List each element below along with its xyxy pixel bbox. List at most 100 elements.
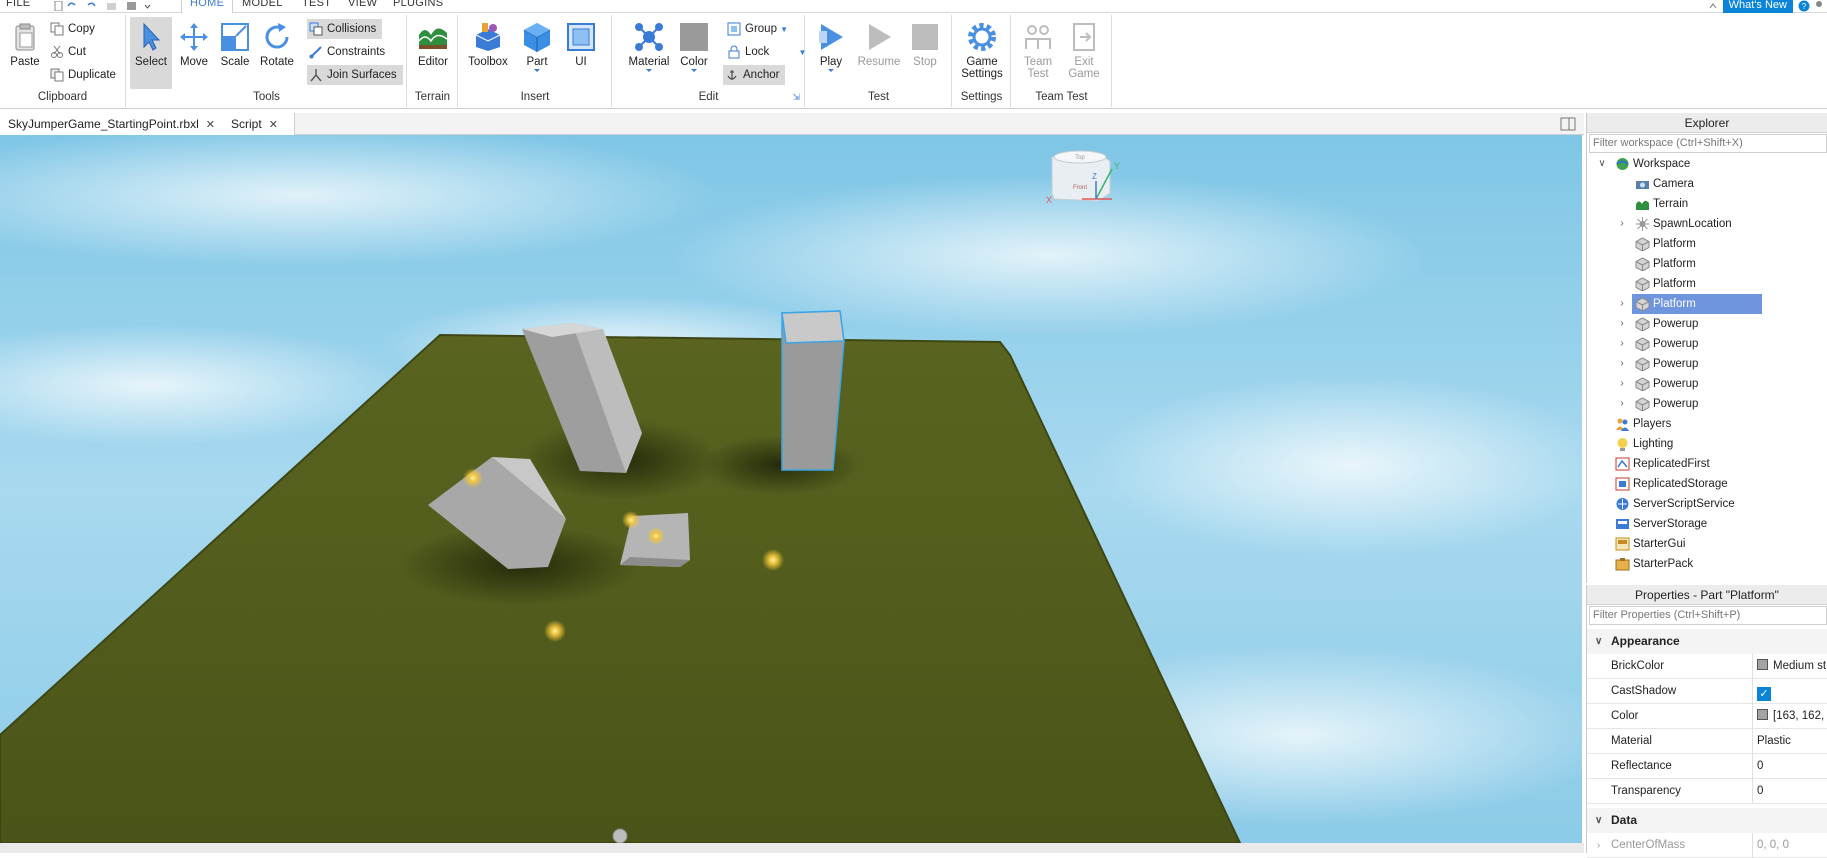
explorer-item[interactable]: Players xyxy=(1612,414,1812,434)
explorer-item[interactable]: › Platform xyxy=(1620,294,1762,314)
property-row[interactable]: BrickColor Medium st xyxy=(1587,654,1827,679)
collapse-chevron-icon[interactable]: ∨ xyxy=(1595,629,1602,654)
data-category[interactable]: ∨ Data xyxy=(1587,808,1827,833)
resume-button[interactable]: Resume xyxy=(856,17,902,68)
part-button[interactable]: Part xyxy=(517,17,557,72)
explorer-item[interactable]: › Powerup xyxy=(1620,374,1827,394)
play-button[interactable]: Play xyxy=(812,17,850,72)
scale-button[interactable]: Scale xyxy=(216,17,254,68)
explorer-item[interactable]: ReplicatedFirst xyxy=(1612,454,1812,474)
explorer-item[interactable]: ServerScriptService xyxy=(1612,494,1812,514)
explorer-item[interactable]: ∨ Workspace xyxy=(1598,154,1812,174)
color-swatch-icon[interactable] xyxy=(1757,709,1768,720)
close-icon[interactable]: ✕ xyxy=(269,119,278,131)
property-row[interactable]: Reflectance 0 xyxy=(1587,754,1827,779)
collisions-toggle[interactable]: Collisions xyxy=(307,19,383,39)
viewport-scene[interactable]: Top Front X Y Z xyxy=(0,135,1582,843)
property-value[interactable]: 0 xyxy=(1757,754,1763,779)
undo-icon[interactable] xyxy=(66,1,77,11)
team-test-button[interactable]: Team Test xyxy=(1018,17,1058,80)
viewport-horizontal-scrollbar[interactable] xyxy=(0,843,1584,853)
stop-square-icon[interactable] xyxy=(126,1,137,11)
toolbox-button[interactable]: Toolbox xyxy=(465,17,511,68)
expand-chevron-icon[interactable]: › xyxy=(1616,374,1628,394)
explorer-item[interactable]: Lighting xyxy=(1612,434,1812,454)
paste-button[interactable]: Paste xyxy=(6,17,44,68)
expand-chevron-icon[interactable]: › xyxy=(1597,833,1600,858)
explorer-item[interactable]: › Powerup xyxy=(1620,354,1827,374)
selected-platform-part[interactable] xyxy=(781,310,845,471)
expand-chevron-icon[interactable]: › xyxy=(1616,294,1628,314)
expand-chevron-icon[interactable]: › xyxy=(1616,334,1628,354)
edit-expand-icon[interactable]: ⇲ xyxy=(792,92,800,103)
color-button[interactable]: Color xyxy=(675,17,713,72)
ui-button[interactable]: UI xyxy=(561,17,601,68)
property-value[interactable]: Plastic xyxy=(1757,729,1791,754)
appearance-category[interactable]: ∨ Appearance xyxy=(1587,629,1827,654)
explorer-item[interactable]: Platform xyxy=(1632,254,1827,274)
explorer-item[interactable]: StarterGui xyxy=(1612,534,1812,554)
customize-dropdown-icon[interactable] xyxy=(142,1,153,11)
select-button[interactable]: Select xyxy=(130,17,172,89)
explorer-item[interactable]: ServerStorage xyxy=(1612,514,1812,534)
property-row[interactable]: Material Plastic xyxy=(1587,729,1827,754)
property-value[interactable]: ✓ xyxy=(1757,679,1771,704)
explorer-item[interactable]: Camera xyxy=(1632,174,1827,194)
explorer-item[interactable]: › Powerup xyxy=(1620,334,1827,354)
rotate-button[interactable]: Rotate xyxy=(257,17,297,68)
menu-tab-view[interactable]: VIEW xyxy=(348,0,377,9)
constraints-button[interactable]: Constraints xyxy=(307,42,385,62)
duplicate-button[interactable]: Duplicate xyxy=(48,65,116,85)
user-icon[interactable] xyxy=(1813,0,1825,12)
material-button[interactable]: Material xyxy=(627,17,671,72)
stop-button[interactable]: Stop xyxy=(906,17,944,68)
menu-tab-plugins[interactable]: PLUGINS xyxy=(393,0,443,9)
copy-button[interactable]: Copy xyxy=(48,19,95,39)
expand-chevron-icon[interactable]: › xyxy=(1616,214,1628,234)
cut-button[interactable]: Cut xyxy=(48,42,86,62)
lock-button[interactable]: Lock ▼ xyxy=(725,42,806,62)
explorer-item[interactable]: › SpawnLocation xyxy=(1620,214,1827,234)
explorer-item[interactable]: ReplicatedStorage xyxy=(1612,474,1812,494)
material-dropdown-icon[interactable] xyxy=(646,69,652,72)
property-row[interactable]: CastShadow ✓ xyxy=(1587,679,1827,704)
menu-tab-model[interactable]: MODEL xyxy=(242,0,283,9)
anchor-toggle[interactable]: Anchor xyxy=(723,65,786,85)
color-dropdown-icon[interactable] xyxy=(691,69,697,72)
exit-game-button[interactable]: Exit Game xyxy=(1064,17,1104,80)
explorer-item[interactable]: Platform xyxy=(1632,274,1827,294)
3d-viewport[interactable]: Top Front X Y Z xyxy=(0,135,1582,843)
color-swatch-icon[interactable] xyxy=(1757,659,1768,670)
share-icon[interactable] xyxy=(1707,0,1719,12)
explorer-item[interactable]: StarterPack xyxy=(1612,554,1812,574)
explorer-item[interactable]: › Powerup xyxy=(1620,314,1827,334)
powerup-orb[interactable] xyxy=(463,468,483,488)
expand-chevron-icon[interactable]: › xyxy=(1616,394,1628,414)
property-row[interactable]: Color [163, 162, 1 xyxy=(1587,704,1827,729)
redo-icon[interactable] xyxy=(86,1,97,11)
terrain-editor-button[interactable]: Editor xyxy=(413,17,453,68)
properties-filter-input[interactable]: Filter Properties (Ctrl+Shift+P) xyxy=(1589,606,1827,625)
property-value[interactable]: Medium st xyxy=(1757,654,1826,679)
explorer-item[interactable]: Terrain xyxy=(1632,194,1827,214)
cast-shadow-checkbox[interactable]: ✓ xyxy=(1757,687,1771,701)
explorer-filter-input[interactable]: Filter workspace (Ctrl+Shift+X) xyxy=(1589,134,1827,153)
whats-new-button[interactable]: What's New xyxy=(1722,0,1793,13)
tab-place-file[interactable]: SkyJumperGame_StartingPoint.rbxl ✕ xyxy=(0,113,224,135)
part-dropdown-icon[interactable] xyxy=(534,69,540,72)
play-dropdown-icon[interactable] xyxy=(828,69,834,72)
explorer-item[interactable]: › Powerup xyxy=(1620,394,1827,414)
powerup-orb[interactable] xyxy=(622,511,640,529)
move-button[interactable]: Move xyxy=(175,17,213,68)
help-icon[interactable]: ? xyxy=(1798,0,1810,12)
new-file-icon[interactable] xyxy=(53,1,64,11)
property-row-center-of-mass[interactable]: › CenterOfMass 0, 0, 0 xyxy=(1587,833,1827,858)
expand-chevron-icon[interactable]: › xyxy=(1616,354,1628,374)
collapse-chevron-icon[interactable]: ∨ xyxy=(1595,808,1602,833)
menu-tab-file[interactable]: FILE xyxy=(6,0,30,9)
spawn-location-marker[interactable] xyxy=(612,828,628,843)
menu-tab-home[interactable]: HOME xyxy=(181,0,234,13)
powerup-orb[interactable] xyxy=(762,549,784,571)
close-icon[interactable]: ✕ xyxy=(206,119,215,131)
join-surfaces-toggle[interactable]: Join Surfaces xyxy=(307,65,403,85)
